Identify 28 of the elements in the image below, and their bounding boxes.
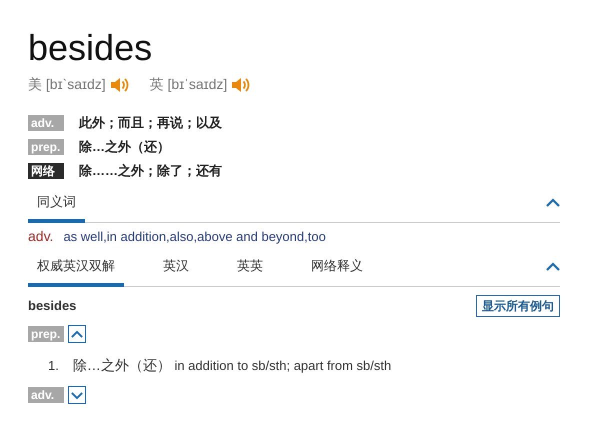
tab[interactable]: 权威英汉双解 xyxy=(28,256,124,287)
entry-word: besides xyxy=(28,297,76,316)
part-of-speech-tag: 网络 xyxy=(28,163,64,179)
collapse-icon[interactable] xyxy=(546,262,560,272)
tab[interactable]: 网络释义 xyxy=(302,256,372,287)
part-of-speech-tag: adv. xyxy=(28,387,64,403)
definition-text: 除……之外；除了；还有 xyxy=(79,162,222,180)
expand-button[interactable] xyxy=(68,386,86,404)
definition-text: 除…之外（还） xyxy=(79,138,170,156)
tab[interactable]: 英英 xyxy=(228,256,272,287)
sense-text: 除…之外（还） in addition to sb/sth; apart from sb/sth xyxy=(72,356,392,375)
show-examples-button[interactable]: 显示所有例句 xyxy=(476,295,560,317)
collapse-button[interactable] xyxy=(68,325,86,343)
collapse-icon[interactable] xyxy=(546,198,560,208)
part-of-speech-tag: adv. xyxy=(28,115,64,131)
part-of-speech: adv. xyxy=(28,227,54,246)
tab[interactable]: 英汉 xyxy=(154,256,198,287)
pronunciation: 美 [bɪˋsaɪdz] xyxy=(28,75,106,94)
chevron-up-icon xyxy=(71,330,83,338)
chevron-down-icon xyxy=(71,390,83,400)
sense-number: 1. xyxy=(48,357,59,375)
pronunciation: 英 [bɪˈsaɪdz] xyxy=(150,75,228,94)
definition-text: 此外；而且；再说；以及 xyxy=(79,114,222,132)
part-of-speech-tag: prep. xyxy=(28,326,64,342)
synonym-list[interactable]: as well,in addition,also,above and beyond,too xyxy=(63,227,326,246)
tab[interactable]: 同义词 xyxy=(28,192,85,223)
part-of-speech-tag: prep. xyxy=(28,139,64,155)
headword: besides xyxy=(28,26,154,70)
